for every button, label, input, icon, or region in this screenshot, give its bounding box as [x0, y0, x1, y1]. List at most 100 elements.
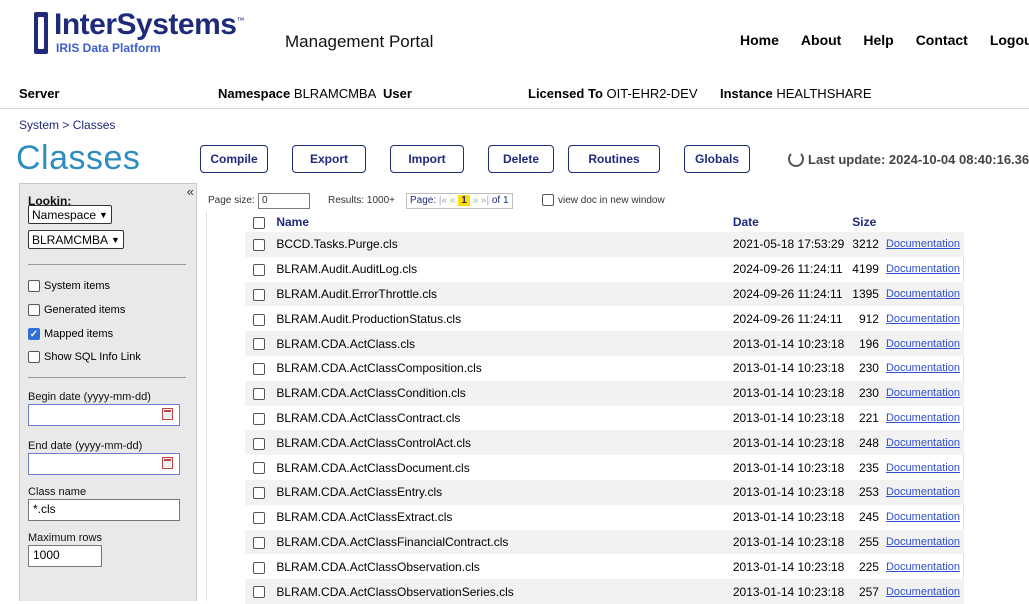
- column-header-doc: [881, 212, 964, 232]
- row-checkbox[interactable]: [252, 462, 265, 475]
- checkbox-icon[interactable]: [28, 351, 40, 363]
- table-row[interactable]: BLRAM.CDA.ActClassContract.cls 2013-01-14…: [245, 406, 964, 431]
- checkbox-icon[interactable]: [28, 304, 40, 316]
- routines-button[interactable]: Routines: [568, 145, 660, 173]
- class-size-cell: 230: [848, 380, 882, 406]
- documentation-link[interactable]: Documentation: [882, 306, 964, 331]
- show-sql-info-checkbox[interactable]: Show SQL Info Link: [28, 351, 141, 363]
- row-select-cell: [245, 380, 273, 406]
- prev-page-button[interactable]: «: [450, 195, 456, 206]
- table-row[interactable]: BLRAM.CDA.ActClassObservation.cls 2013-01…: [245, 554, 964, 579]
- documentation-link[interactable]: Documentation: [881, 232, 964, 257]
- compile-button[interactable]: Compile: [200, 145, 268, 173]
- calendar-icon[interactable]: [162, 408, 173, 420]
- row-checkbox[interactable]: [252, 239, 265, 252]
- column-header-size[interactable]: Size: [848, 212, 882, 232]
- select-all-checkbox[interactable]: [252, 216, 265, 229]
- table-row[interactable]: BLRAM.CDA.ActClassExtract.cls 2013-01-14 …: [245, 505, 964, 530]
- intersystems-logo[interactable]: InterSystems™ IRIS Data Platform: [34, 8, 244, 58]
- nav-contact-link[interactable]: Contact: [916, 32, 968, 48]
- collapse-sidebar-button[interactable]: «: [187, 184, 194, 199]
- top-header: InterSystems™ IRIS Data Platform Managem…: [0, 0, 1029, 76]
- user-label: User: [383, 86, 412, 101]
- delete-button[interactable]: Delete: [488, 145, 554, 173]
- class-size-cell: 1395: [848, 281, 882, 307]
- first-page-button[interactable]: |«: [439, 195, 447, 206]
- table-row[interactable]: BLRAM.Audit.AuditLog.cls 2024-09-26 11:24…: [245, 257, 964, 282]
- row-checkbox[interactable]: [252, 586, 265, 599]
- documentation-link[interactable]: Documentation: [882, 455, 964, 480]
- generated-items-checkbox[interactable]: Generated items: [28, 304, 125, 316]
- export-button[interactable]: Export: [292, 145, 366, 173]
- row-checkbox[interactable]: [252, 388, 265, 400]
- globals-button[interactable]: Globals: [684, 145, 750, 173]
- documentation-link[interactable]: Documentation: [881, 380, 964, 406]
- select-all-cell: [245, 212, 273, 232]
- last-page-button[interactable]: »|: [481, 195, 489, 206]
- documentation-link[interactable]: Documentation: [882, 356, 964, 381]
- table-row[interactable]: BCCD.Tasks.Purge.cls 2021-05-18 17:53:29 3…: [245, 232, 964, 257]
- calendar-icon[interactable]: [162, 457, 173, 469]
- import-button[interactable]: Import: [390, 145, 464, 173]
- documentation-link[interactable]: Documentation: [881, 430, 964, 456]
- system-items-checkbox[interactable]: System items: [28, 280, 110, 292]
- documentation-link[interactable]: Documentation: [882, 406, 964, 431]
- table-row[interactable]: BLRAM.CDA.ActClassCondition.cls 2013-01-1…: [245, 380, 964, 406]
- row-checkbox[interactable]: [252, 412, 265, 425]
- mapped-items-checkbox[interactable]: ✓ Mapped items: [28, 328, 113, 340]
- documentation-link[interactable]: Documentation: [882, 505, 964, 530]
- namespace-select[interactable]: BLRAMCMBA ▼: [28, 230, 124, 249]
- documentation-link[interactable]: Documentation: [882, 257, 964, 282]
- max-rows-input[interactable]: 1000: [28, 545, 102, 567]
- documentation-link[interactable]: Documentation: [882, 554, 964, 579]
- row-checkbox[interactable]: [252, 288, 265, 301]
- column-header-date[interactable]: Date: [728, 212, 849, 232]
- nav-logout-link[interactable]: Logout: [990, 32, 1029, 48]
- class-size-cell: 225: [858, 559, 879, 574]
- refresh-icon[interactable]: [788, 151, 804, 167]
- row-checkbox[interactable]: [252, 313, 265, 326]
- row-checkbox[interactable]: [252, 264, 265, 277]
- row-select-cell: [245, 281, 273, 307]
- row-checkbox[interactable]: [252, 511, 265, 524]
- lookin-select[interactable]: Namespace ▼: [28, 205, 112, 224]
- documentation-link[interactable]: Documentation: [881, 331, 964, 356]
- table-row[interactable]: BLRAM.CDA.ActClassObservationSeries.cls 2…: [245, 579, 964, 604]
- documentation-link[interactable]: Documentation: [881, 579, 964, 604]
- next-page-button[interactable]: »: [473, 195, 479, 206]
- table-row[interactable]: BLRAM.CDA.ActClassComposition.cls 2013-01…: [245, 356, 964, 381]
- documentation-link[interactable]: Documentation: [881, 529, 964, 555]
- row-checkbox[interactable]: [252, 363, 265, 376]
- current-page[interactable]: 1: [458, 195, 470, 206]
- class-name-input[interactable]: *.cls: [28, 499, 180, 521]
- table-row[interactable]: BLRAM.Audit.ErrorThrottle.cls 2024-09-26 …: [245, 281, 964, 307]
- class-name-cell: BLRAM.CDA.ActClassObservation.cls: [276, 559, 480, 574]
- nav-home-link[interactable]: Home: [740, 32, 779, 48]
- table-row[interactable]: BLRAM.CDA.ActClassControlAct.cls 2013-01-…: [245, 430, 964, 456]
- end-date-input[interactable]: [28, 453, 180, 475]
- table-row[interactable]: BLRAM.Audit.ProductionStatus.cls 2024-09-…: [245, 306, 964, 331]
- nav-about-link[interactable]: About: [801, 32, 841, 48]
- class-name-cell: BLRAM.CDA.ActClassEntry.cls: [272, 479, 729, 505]
- row-checkbox[interactable]: [252, 536, 265, 549]
- breadcrumb-system-link[interactable]: System: [19, 118, 59, 132]
- table-row[interactable]: BLRAM.CDA.ActClass.cls 2013-01-14 10:23:1…: [245, 331, 964, 356]
- table-row[interactable]: BLRAM.CDA.ActClassDocument.cls 2013-01-14…: [245, 455, 964, 480]
- row-checkbox[interactable]: [252, 561, 265, 574]
- documentation-link[interactable]: Documentation: [881, 281, 964, 307]
- row-checkbox[interactable]: [252, 437, 265, 450]
- documentation-link[interactable]: Documentation: [881, 479, 964, 505]
- checkmark-icon[interactable]: ✓: [28, 328, 40, 340]
- row-checkbox[interactable]: [252, 487, 265, 500]
- checkbox-icon[interactable]: [28, 280, 40, 292]
- table-row[interactable]: BLRAM.CDA.ActClassEntry.cls 2013-01-14 10…: [245, 479, 964, 505]
- page-size-input[interactable]: 0: [258, 193, 310, 209]
- table-row[interactable]: BLRAM.CDA.ActClassFinancialContract.cls 2…: [245, 529, 964, 555]
- class-date-cell: 2013-01-14 10:23:18: [728, 380, 849, 406]
- last-update[interactable]: Last update: 2024-10-04 08:40:16.360: [788, 151, 1029, 167]
- column-header-name[interactable]: Name: [272, 212, 729, 232]
- view-doc-checkbox[interactable]: [542, 194, 554, 206]
- nav-help-link[interactable]: Help: [863, 32, 893, 48]
- row-checkbox[interactable]: [252, 338, 265, 351]
- begin-date-input[interactable]: [28, 404, 180, 426]
